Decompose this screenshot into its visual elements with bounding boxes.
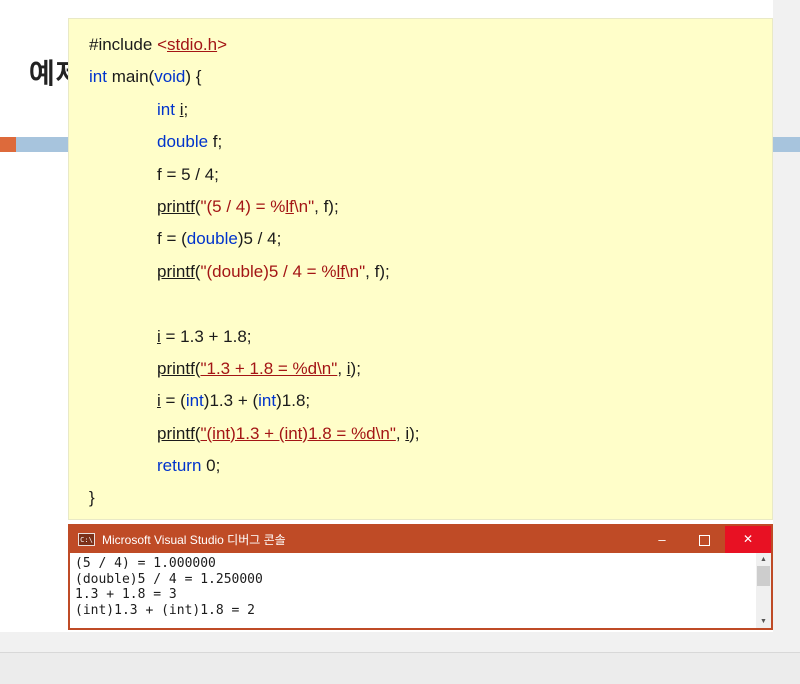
- console-icon: C:\: [78, 533, 95, 546]
- close-button[interactable]: ✕: [725, 526, 771, 553]
- code-token: return: [157, 456, 202, 476]
- console-titlebar[interactable]: C:\ Microsoft Visual Studio 디버그 콘솔 – ✕: [70, 526, 771, 553]
- code-token: )5 / 4;: [237, 229, 282, 249]
- footer-bar: [0, 652, 800, 684]
- code-token: lf: [285, 196, 294, 216]
- divider-accent-square: [0, 137, 16, 152]
- console-output: (5 / 4) = 1.000000 (double)5 / 4 = 1.2500…: [70, 553, 756, 628]
- code-token: "1.3 + 1.8 = %d\n": [200, 358, 338, 378]
- code-token: <: [157, 35, 167, 54]
- code-line: f = (double)5 / 4;: [89, 223, 772, 255]
- code-line: double f;: [89, 126, 772, 158]
- code-line: i = 1.3 + 1.8;: [89, 321, 772, 353]
- code-token: >: [217, 35, 228, 54]
- code-token: f = 5 / 4;: [157, 164, 219, 184]
- console-title: Microsoft Visual Studio 디버그 콘솔: [102, 533, 286, 547]
- code-token: printf: [157, 423, 195, 443]
- code-token: int: [258, 391, 277, 411]
- code-token: stdio.h: [167, 35, 218, 54]
- code-line: printf("(double)5 / 4 = %lf\n", f);: [89, 256, 772, 288]
- code-token: #include: [89, 35, 158, 54]
- code-token: int: [185, 391, 204, 411]
- code-token: printf: [157, 261, 195, 281]
- maximize-button[interactable]: [683, 526, 725, 553]
- code-token: );: [409, 423, 420, 443]
- code-token: f;: [208, 132, 223, 152]
- code-token: int: [157, 99, 175, 119]
- console-line: (double)5 / 4 = 1.250000: [75, 571, 263, 587]
- code-token: lf: [336, 261, 345, 281]
- code-token: );: [350, 358, 361, 378]
- code-line: printf("1.3 + 1.8 = %d\n", i);: [89, 353, 772, 385]
- code-token: }: [89, 488, 95, 508]
- page: 예제 #include <stdio.h> int main(void) {int…: [0, 0, 800, 684]
- code-token: , f);: [314, 196, 339, 216]
- console-window: C:\ Microsoft Visual Studio 디버그 콘솔 – ✕ (…: [68, 524, 773, 630]
- scroll-down-icon[interactable]: ▼: [756, 615, 771, 628]
- code-token: double: [186, 229, 238, 249]
- code-line: printf("(5 / 4) = %lf\n", f);: [89, 191, 772, 223]
- code-token: printf: [157, 358, 195, 378]
- scrollbar-thumb[interactable]: [757, 566, 770, 586]
- code-token: )1.3 + (: [203, 391, 259, 411]
- code-line: i = (int)1.3 + (int)1.8;: [89, 385, 772, 417]
- code-token: = 1.3 + 1.8;: [160, 326, 252, 346]
- code-line: int i;: [89, 94, 772, 126]
- code-line: return 0;: [89, 450, 772, 482]
- minimize-button[interactable]: –: [641, 526, 683, 553]
- code-token: printf: [157, 196, 195, 216]
- console-line: 1.3 + 1.8 = 3: [75, 587, 177, 602]
- code-token: )1.8;: [276, 391, 311, 411]
- code-token: f = (: [157, 229, 187, 249]
- code-token: \n": [344, 261, 366, 281]
- code-token: ) {: [185, 67, 202, 87]
- scroll-up-icon[interactable]: ▲: [756, 553, 771, 566]
- code-token: "(5 / 4) = %: [200, 196, 286, 216]
- code-token: \n": [293, 196, 315, 216]
- code-token: ,: [337, 358, 347, 378]
- code-block: #include <stdio.h> int main(void) {int i;…: [68, 18, 773, 520]
- code-token: "(double)5 / 4 = %: [200, 261, 337, 281]
- console-line: (int)1.3 + (int)1.8 = 2: [75, 602, 256, 618]
- code-token: void: [154, 67, 186, 87]
- code-line: #include <stdio.h>: [89, 29, 772, 61]
- console-line: (5 / 4) = 1.000000: [75, 556, 216, 571]
- code-token: 0;: [201, 456, 221, 476]
- maximize-icon: [698, 535, 710, 547]
- code-line: }: [89, 482, 772, 514]
- code-token: double: [157, 132, 209, 152]
- code-token: main(: [106, 67, 155, 87]
- code-line: int main(void) {: [89, 61, 772, 93]
- code-token: int: [89, 67, 107, 87]
- code-token: ,: [395, 423, 406, 443]
- code-line: f = 5 / 4;: [89, 159, 772, 191]
- code-token: ;: [183, 99, 189, 119]
- code-token: , f);: [365, 261, 390, 281]
- code-token: "(int)1.3 + (int)1.8 = %d\n": [200, 423, 396, 443]
- code-token: = (: [160, 391, 186, 411]
- console-scrollbar[interactable]: ▲ ▼: [756, 553, 771, 628]
- code-line: printf("(int)1.3 + (int)1.8 = %d\n", i);: [89, 418, 772, 450]
